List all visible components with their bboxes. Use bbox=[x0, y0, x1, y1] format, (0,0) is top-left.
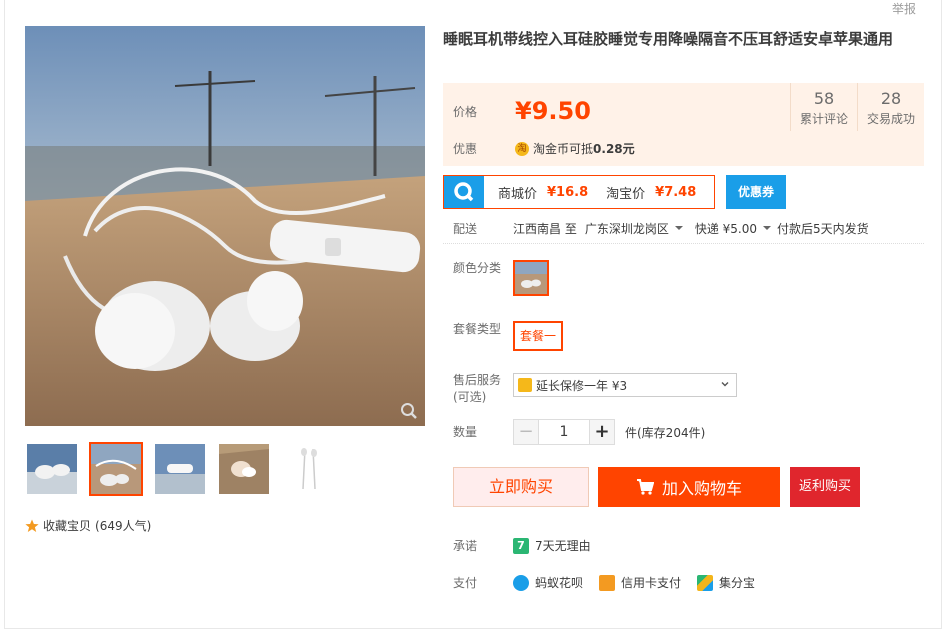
service-optional-label: (可选) bbox=[453, 390, 487, 404]
color-row: 颜色分类 bbox=[453, 259, 501, 276]
service-select[interactable]: 延长保修一年 ¥3 bbox=[513, 373, 737, 397]
payment-row: 支付 蚂蚁花呗 信用卡支付 集分宝 bbox=[453, 574, 755, 591]
thumbnail-2[interactable] bbox=[89, 442, 143, 496]
quantity-input[interactable]: 1 bbox=[539, 419, 589, 445]
add-to-cart-button[interactable]: 加入购物车 bbox=[598, 467, 780, 507]
quantity-stepper: − 1 + 件(库存204件) bbox=[513, 419, 705, 445]
favorite-label: 收藏宝贝 bbox=[43, 519, 92, 533]
promise-row: 承诺 7 7天无理由 bbox=[453, 537, 591, 554]
umbrella-icon bbox=[518, 378, 532, 392]
main-product-image bbox=[25, 26, 425, 426]
promise-label: 承诺 bbox=[453, 539, 478, 553]
taojinbi-icon: 淘 bbox=[515, 141, 530, 156]
payment-method-jifenbao[interactable]: 集分宝 bbox=[719, 574, 755, 591]
divider bbox=[443, 243, 924, 244]
package-row: 套餐类型 bbox=[453, 320, 501, 337]
mall-price-value: ¥16.8 bbox=[547, 184, 589, 200]
add-to-cart-label: 加入购物车 bbox=[661, 479, 742, 498]
thumbnail-strip bbox=[25, 442, 335, 496]
service-label: 售后服务 bbox=[453, 373, 502, 387]
chevron-down-icon bbox=[763, 225, 772, 230]
sales-stats: 58 累计评论 28 交易成功 bbox=[790, 83, 924, 131]
popularity-count: (649人气) bbox=[95, 519, 152, 533]
price-panel: 价格 ¥9.50 58 累计评论 28 交易成功 优惠 淘 淘金币可抵 0.28元 bbox=[443, 83, 924, 166]
zoom-icon[interactable] bbox=[400, 402, 418, 420]
favorite-button[interactable]: 收藏宝贝 (649人气) bbox=[25, 517, 151, 534]
quantity-label: 数量 bbox=[453, 425, 478, 439]
express-fee[interactable]: 快递 ¥5.00 bbox=[695, 220, 757, 237]
review-count[interactable]: 58 累计评论 bbox=[790, 83, 857, 131]
cart-icon bbox=[636, 479, 654, 495]
credit-card-icon bbox=[599, 574, 616, 591]
tmall-price-compare[interactable]: 商城价 ¥16.8 淘宝价 ¥7.48 bbox=[443, 175, 715, 209]
thumbnail-4[interactable] bbox=[217, 442, 271, 496]
stock-count: 件(库存204件) bbox=[625, 425, 706, 440]
thumbnail-1[interactable] bbox=[25, 442, 79, 496]
trade-count-caption: 交易成功 bbox=[866, 112, 915, 126]
quantity-increase-button[interactable]: + bbox=[589, 419, 615, 445]
star-icon bbox=[25, 519, 39, 532]
promo-amount: 0.28元 bbox=[593, 142, 635, 156]
shipping-destination[interactable]: 广东深圳龙岗区 bbox=[585, 220, 669, 237]
product-title: 睡眠耳机带线控入耳硅胶睡觉专用降噪隔音不压耳舒适安卓苹果通用 bbox=[443, 30, 894, 48]
review-count-caption: 累计评论 bbox=[799, 112, 848, 126]
taobao-price-value: ¥7.48 bbox=[655, 184, 697, 200]
promise-text[interactable]: 7天无理由 bbox=[535, 537, 591, 554]
huabei-icon bbox=[513, 574, 529, 591]
thumbnail-5[interactable] bbox=[281, 442, 335, 496]
jifenbao-icon bbox=[697, 574, 714, 591]
trade-count: 28 交易成功 bbox=[857, 83, 924, 131]
thumbnail-3[interactable] bbox=[153, 442, 207, 496]
mall-price-label: 商城价 bbox=[498, 186, 538, 202]
review-count-number: 58 bbox=[813, 89, 835, 108]
price-value: ¥9.50 bbox=[515, 97, 591, 125]
payment-method-huabei[interactable]: 蚂蚁花呗 bbox=[535, 574, 583, 591]
chevron-down-icon bbox=[674, 225, 683, 230]
shipping-from: 江西南昌 至 bbox=[513, 222, 577, 236]
package-option-1[interactable]: 套餐一 bbox=[513, 321, 564, 351]
payment-label: 支付 bbox=[453, 576, 478, 590]
buy-now-button[interactable]: 立即购买 bbox=[453, 467, 589, 507]
report-link[interactable]: 举报 bbox=[892, 0, 916, 17]
payment-method-credit-card[interactable]: 信用卡支付 bbox=[621, 574, 681, 591]
quantity-decrease-button[interactable]: − bbox=[513, 419, 539, 445]
delivery-time: 付款后5天内发货 bbox=[777, 222, 869, 236]
quantity-row: 数量 bbox=[453, 423, 477, 440]
shipping-label: 配送 bbox=[453, 222, 478, 236]
price-label: 价格 bbox=[453, 104, 478, 119]
tmall-logo-icon bbox=[444, 176, 484, 208]
service-label-group: 售后服务 (可选) bbox=[453, 372, 501, 406]
color-option-1[interactable] bbox=[513, 260, 549, 296]
package-label: 套餐类型 bbox=[453, 322, 502, 336]
promo-label: 优惠 bbox=[453, 142, 478, 156]
promo-text: 淘金币可抵 bbox=[533, 142, 594, 156]
shipping-row: 配送 江西南昌 至 广东深圳龙岗区 快递 ¥5.00 付款后5天内发货 bbox=[453, 220, 869, 237]
taobao-price-label: 淘宝价 bbox=[606, 186, 646, 202]
chevron-down-icon bbox=[721, 382, 729, 387]
trade-count-number: 28 bbox=[880, 89, 902, 108]
coupon-button[interactable]: 优惠券 bbox=[726, 175, 786, 209]
color-label: 颜色分类 bbox=[453, 261, 502, 275]
seven-day-icon: 7 bbox=[513, 537, 529, 554]
rebate-buy-button[interactable]: 返利购买 bbox=[790, 467, 860, 507]
service-select-value: 延长保修一年 ¥3 bbox=[536, 378, 628, 393]
